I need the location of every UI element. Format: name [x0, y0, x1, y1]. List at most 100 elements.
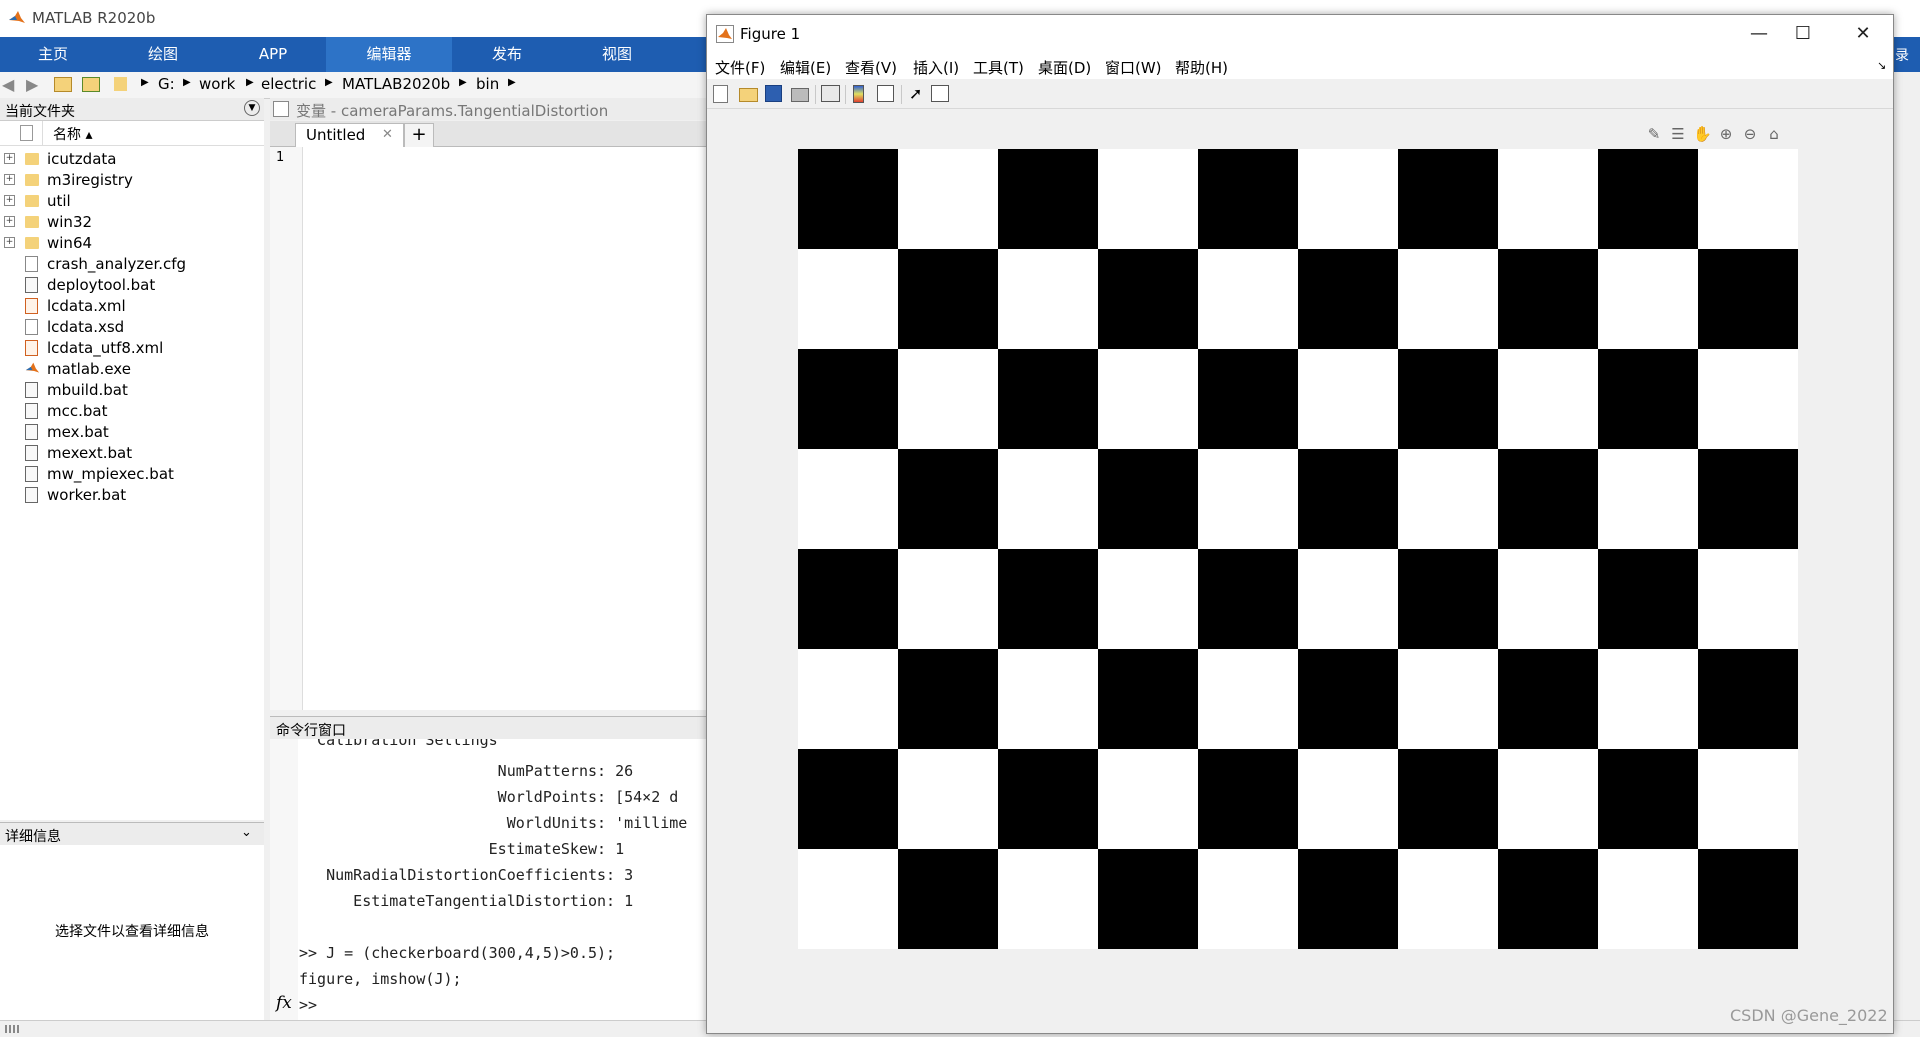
- variable-editor-icon: [273, 101, 289, 117]
- file-list-item[interactable]: mexext.bat: [0, 443, 264, 464]
- tab-plots[interactable]: 绘图: [106, 37, 220, 72]
- command-window-title: 命令行窗口: [276, 723, 346, 739]
- file-list-item[interactable]: mbuild.bat: [0, 380, 264, 401]
- browse-folder-icon[interactable]: [82, 77, 100, 92]
- open-file-icon[interactable]: [739, 88, 758, 102]
- white-square: [1298, 349, 1398, 449]
- close-button[interactable]: ✕: [1841, 21, 1885, 47]
- black-square: [1598, 549, 1698, 649]
- panel-actions-icon[interactable]: ▼: [244, 100, 260, 116]
- tab-publish[interactable]: 发布: [452, 37, 562, 72]
- right-tab-label: 录: [1895, 48, 1909, 64]
- chevron-down-icon[interactable]: ⌄: [241, 825, 252, 840]
- checkerboard-image: [798, 149, 1798, 949]
- expand-icon[interactable]: +: [4, 195, 15, 206]
- white-square: [1498, 149, 1598, 249]
- zoom-in-icon[interactable]: ⊕: [1717, 125, 1735, 143]
- file-list-item[interactable]: + win64: [0, 233, 264, 254]
- expand-icon[interactable]: +: [4, 237, 15, 248]
- file-list-item[interactable]: deploytool.bat: [0, 275, 264, 296]
- command-window-header: 命令行窗口: [270, 716, 720, 739]
- file-list-item[interactable]: + util: [0, 191, 264, 212]
- folder-icon: [25, 237, 39, 249]
- menu-help[interactable]: 帮助(H): [1175, 57, 1228, 78]
- prompt[interactable]: >>: [299, 996, 317, 1014]
- white-square: [1298, 549, 1398, 649]
- batch-file-icon: [25, 466, 38, 482]
- crumb-bin[interactable]: bin: [476, 75, 499, 93]
- tab-view[interactable]: 视图: [562, 37, 672, 72]
- file-list-item[interactable]: worker.bat: [0, 485, 264, 506]
- white-square: [1598, 649, 1698, 749]
- tab-editor[interactable]: 编辑器: [326, 37, 452, 72]
- black-square: [798, 349, 898, 449]
- file-list-item[interactable]: mcc.bat: [0, 401, 264, 422]
- file-list-item[interactable]: matlab.exe: [0, 359, 264, 380]
- menu-file[interactable]: 文件(F): [715, 57, 765, 78]
- white-square: [1398, 449, 1498, 549]
- crumb-matlab2020b[interactable]: MATLAB2020b: [342, 75, 450, 93]
- file-name: matlab.exe: [47, 360, 131, 378]
- maximize-button[interactable]: ☐: [1781, 21, 1825, 47]
- menu-overflow-icon[interactable]: ↘: [1877, 59, 1886, 72]
- file-list-item[interactable]: lcdata_utf8.xml: [0, 338, 264, 359]
- file-list-item[interactable]: mex.bat: [0, 422, 264, 443]
- black-square: [1198, 749, 1298, 849]
- back-icon[interactable]: ◀: [2, 75, 14, 94]
- legend-icon[interactable]: [877, 85, 894, 102]
- expand-icon[interactable]: +: [4, 174, 15, 185]
- minimize-button[interactable]: —: [1737, 21, 1781, 47]
- black-square: [798, 149, 898, 249]
- black-square: [1098, 249, 1198, 349]
- name-column-header[interactable]: 名称 ▴: [53, 124, 92, 144]
- property-inspector-icon[interactable]: [931, 85, 949, 102]
- black-square: [1498, 449, 1598, 549]
- file-name: win64: [47, 234, 93, 252]
- new-figure-icon[interactable]: [713, 85, 728, 103]
- link-plot-icon[interactable]: [821, 85, 840, 102]
- file-list-item[interactable]: + win32: [0, 212, 264, 233]
- pan-icon[interactable]: ✋: [1693, 125, 1712, 143]
- file-list-item[interactable]: + icutzdata: [0, 149, 264, 170]
- command-window-body[interactable]: Calibration Settings NumPatterns: 26 Wor…: [270, 739, 720, 1020]
- tab-home[interactable]: 主页: [0, 37, 106, 72]
- file-icon: [25, 319, 38, 335]
- fx-icon[interactable]: fx: [276, 993, 292, 1013]
- expand-icon[interactable]: +: [4, 153, 15, 164]
- file-list-item[interactable]: crash_analyzer.cfg: [0, 254, 264, 275]
- close-tab-icon[interactable]: ✕: [382, 127, 393, 142]
- tab-apps[interactable]: APP: [220, 37, 326, 72]
- file-list-item[interactable]: + m3iregistry: [0, 170, 264, 191]
- home-icon[interactable]: ⌂: [1765, 125, 1783, 143]
- white-square: [1398, 249, 1498, 349]
- crumb-work[interactable]: work: [199, 75, 235, 93]
- menu-insert[interactable]: 插入(I): [913, 57, 959, 78]
- pointer-icon[interactable]: ➚: [909, 85, 927, 103]
- file-name: mw_mpiexec.bat: [47, 465, 174, 483]
- add-tab-button[interactable]: +: [404, 123, 434, 148]
- menu-desktop[interactable]: 桌面(D): [1038, 57, 1091, 78]
- menu-edit[interactable]: 编辑(E): [780, 57, 831, 78]
- crumb-electric[interactable]: electric: [261, 75, 316, 93]
- white-square: [998, 649, 1098, 749]
- datatip-icon[interactable]: ☰: [1669, 125, 1687, 143]
- matlab-logo-icon: [716, 25, 734, 43]
- save-icon[interactable]: [765, 85, 782, 102]
- brush-icon[interactable]: ✎: [1645, 125, 1663, 143]
- expand-icon[interactable]: +: [4, 216, 15, 227]
- menu-tools[interactable]: 工具(T): [973, 57, 1024, 78]
- colorbar-icon[interactable]: [853, 85, 864, 103]
- forward-icon[interactable]: ▶: [26, 75, 38, 94]
- tab-untitled[interactable]: Untitled ✕: [295, 123, 404, 147]
- black-square: [1398, 749, 1498, 849]
- file-list-item[interactable]: lcdata.xml: [0, 296, 264, 317]
- editor-body[interactable]: [270, 147, 720, 710]
- print-icon[interactable]: [791, 88, 809, 102]
- menu-view[interactable]: 查看(V): [845, 57, 897, 78]
- crumb-drive[interactable]: G:: [158, 75, 175, 93]
- file-list-item[interactable]: lcdata.xsd: [0, 317, 264, 338]
- zoom-out-icon[interactable]: ⊖: [1741, 125, 1759, 143]
- file-list-item[interactable]: mw_mpiexec.bat: [0, 464, 264, 485]
- menu-window[interactable]: 窗口(W): [1105, 57, 1162, 78]
- up-folder-icon[interactable]: [54, 77, 72, 92]
